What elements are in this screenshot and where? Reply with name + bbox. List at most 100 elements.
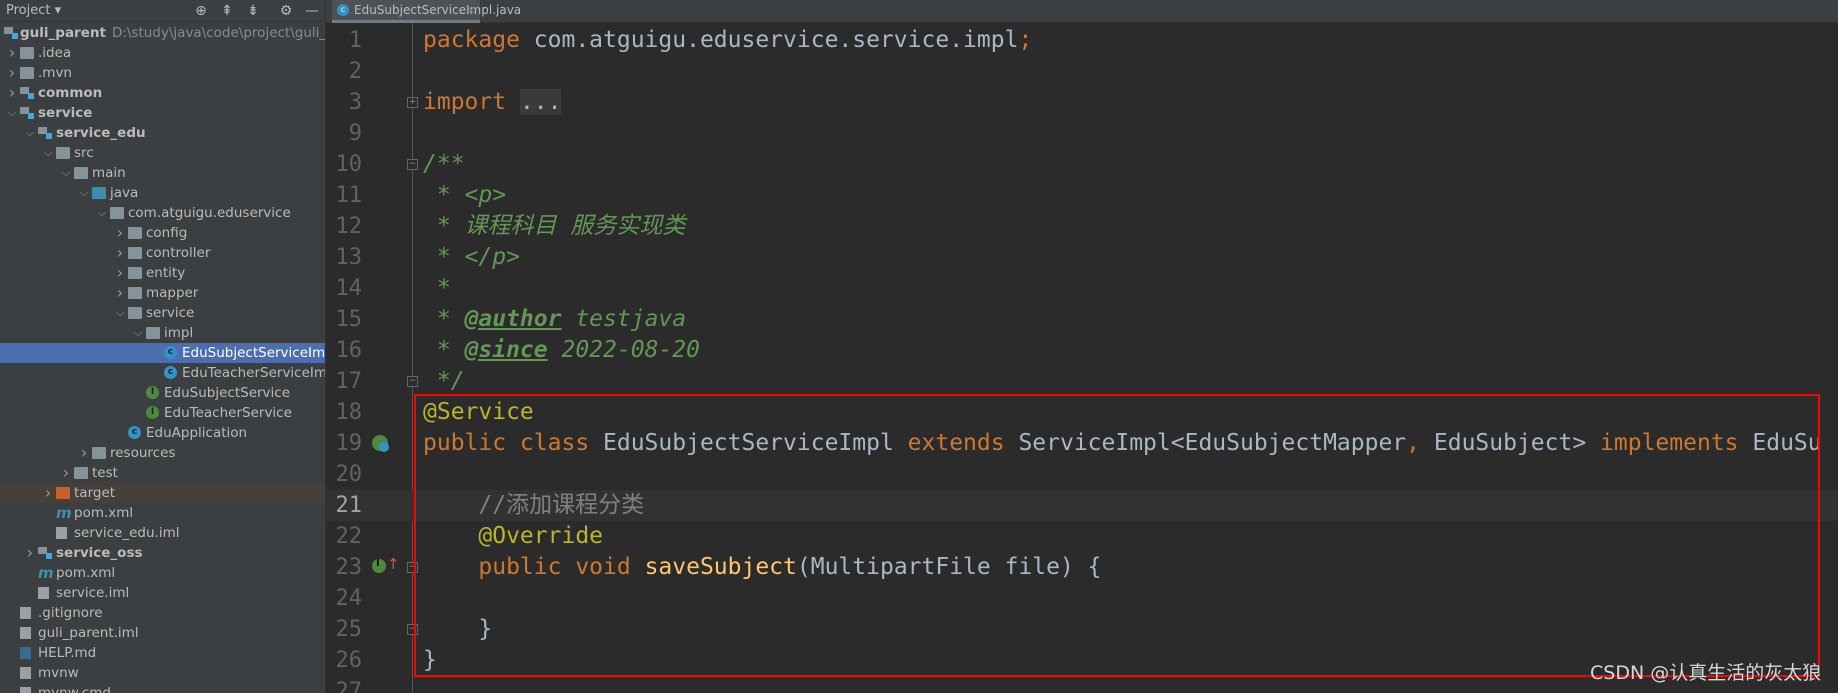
fold-collapse-icon[interactable]: − [407,158,418,170]
crosshair-icon[interactable]: ⊕ [192,2,210,20]
chevron-down-icon[interactable]: ⌵ [132,323,144,343]
tab-edusubjectserviceimpl[interactable]: c EduSubjectServiceImpl.java × [332,0,521,23]
tree-item-label: .idea [38,43,71,63]
tree-item[interactable]: ⌵ service [0,303,325,323]
tree-item[interactable]: › target [0,483,325,503]
code-token: * [423,274,451,301]
chevron-right-icon[interactable]: › [114,243,126,263]
chevron-down-icon[interactable]: ⌵ [24,123,36,143]
chevron-right-icon[interactable]: › [42,483,54,503]
tree-item-name: test [92,465,118,481]
tree-item[interactable]: › .idea [0,43,325,63]
tree-item[interactable]: › config [0,223,325,243]
chevron-down-icon[interactable]: ⌵ [42,143,54,163]
fold-expand-icon[interactable]: + [407,96,418,108]
tree-item[interactable]: I EduTeacherService [0,403,325,423]
line-number: 25 [335,616,363,642]
tree-item[interactable]: ⌵ impl [0,323,325,343]
tree-item-name: impl [164,325,194,341]
tree-item[interactable]: guli_parent.iml [0,623,325,643]
chevron-down-icon[interactable]: ⌵ [96,203,108,223]
tree-item-label: service [146,303,194,323]
tree-item[interactable]: HELP.md [0,643,325,663]
code-line: * [423,273,451,304]
chevron-down-icon[interactable]: ⌵ [114,303,126,323]
package-icon [128,227,142,239]
tree-item[interactable]: m pom.xml [0,563,325,583]
chevron-right-icon[interactable]: › [6,83,18,103]
tree-item[interactable]: › controller [0,243,325,263]
code-token[interactable]: ... [519,88,562,115]
tree-item[interactable]: c EduSubjectServiceImpl [0,343,325,363]
code-line: * 课程科目 服务实现类 [423,211,686,242]
fold-collapse-icon[interactable]: − [407,375,418,387]
gear-icon[interactable]: ⚙ [277,2,295,20]
tree-item[interactable]: ⌵ service [0,103,325,123]
chevron-right-icon[interactable]: › [6,43,18,63]
tree-item[interactable]: › resources [0,443,325,463]
chevron-right-icon[interactable]: › [114,283,126,303]
tree-item-name: com.atguigu.eduservice [128,205,291,221]
tree-item-name: .gitignore [38,605,103,621]
chevron-right-icon[interactable]: › [78,443,90,463]
close-tab-icon[interactable]: × [466,0,476,20]
tree-item[interactable]: › service_oss [0,543,325,563]
code-line: */ [423,366,465,397]
folder-icon [20,47,34,59]
tree-item[interactable]: › test [0,463,325,483]
expand-all-icon[interactable]: ⇞ [218,2,236,20]
chevron-down-icon[interactable]: ⌵ [60,163,72,183]
chevron-down-icon[interactable]: ⌵ [6,103,18,123]
chevron-down-icon[interactable]: ⌵ [78,183,90,203]
chevron-right-icon[interactable]: › [6,63,18,83]
tree-item[interactable]: I EduSubjectService [0,383,325,403]
tree-item-label: service_edu [56,123,146,143]
tree-item-label: EduSubjectService [164,383,290,403]
tree-item[interactable]: › mapper [0,283,325,303]
code-line: /** [423,149,465,180]
folder-icon [74,467,88,479]
line-number: 3 [348,89,362,115]
tree-item[interactable]: mvnw [0,663,325,683]
tree-item[interactable]: mvnw.cmd [0,683,325,693]
tree-item-label: pom.xml [74,503,133,523]
tree-item-name: EduApplication [146,425,248,441]
project-view-selector[interactable]: Project ▾ [6,3,61,18]
chevron-right-icon[interactable]: › [114,263,126,283]
implements-method-icon[interactable]: I ↑ [372,555,400,573]
collapse-all-icon[interactable]: ⇟ [244,2,262,20]
tree-item-label: impl [164,323,193,343]
chevron-right-icon[interactable]: › [24,543,36,563]
tree-item[interactable]: m pom.xml [0,503,325,523]
tree-item[interactable]: › entity [0,263,325,283]
tree-item[interactable]: ⌵ src [0,143,325,163]
tree-item[interactable]: ⌵ java [0,183,325,203]
chevron-right-icon[interactable]: › [60,463,72,483]
tree-item-name: java [110,185,139,201]
tree-item-name: service_edu.iml [74,525,180,541]
gutter-divider [412,23,413,693]
tree-item[interactable]: › common [0,83,325,103]
line-number: 15 [335,306,363,332]
tree-item[interactable]: ⌵ service_edu [0,123,325,143]
tree-item[interactable]: service.iml [0,583,325,603]
tree-item[interactable]: ⌵ main [0,163,325,183]
tree-item-name: EduSubjectService [164,385,291,401]
tree-item[interactable]: c EduApplication [0,423,325,443]
project-path: D:\study\java\code\project\guli_parent [111,25,326,41]
spring-bean-icon[interactable] [372,434,389,452]
tree-item[interactable]: service_edu.iml [0,523,325,543]
minimize-icon[interactable]: — [303,2,321,20]
tree-item[interactable]: .gitignore [0,603,325,623]
panel-title: Project [6,3,51,18]
tree-item[interactable]: ⌵ com.atguigu.eduservice [0,203,325,223]
chevron-right-icon[interactable]: › [114,223,126,243]
interface-icon: I [146,406,159,419]
tree-item[interactable]: c EduTeacherServiceImpl [0,363,325,383]
tree-item[interactable]: › .mvn [0,63,325,83]
tree-item-name: guli_parent.iml [38,625,139,641]
tree-item-label: test [92,463,118,483]
tree-item-label: guli_parent D:\study\java\code\project\gu… [20,23,326,43]
tree-item-name: pom.xml [74,505,134,521]
tree-item[interactable]: guli_parent D:\study\java\code\project\gu… [0,23,326,43]
